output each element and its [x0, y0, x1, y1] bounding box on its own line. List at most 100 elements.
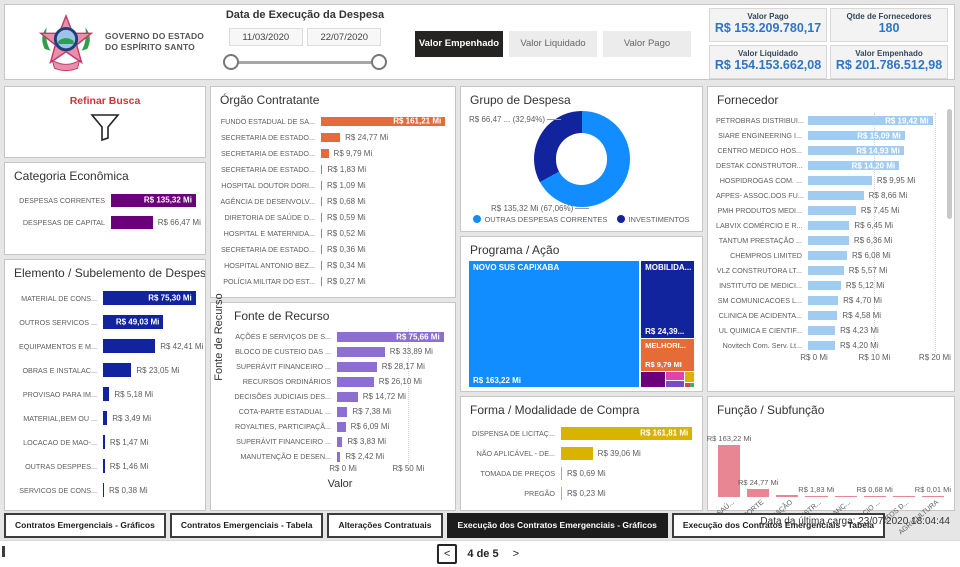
treemap-tile-small-3[interactable] — [666, 381, 684, 387]
bar[interactable] — [337, 422, 346, 432]
bar[interactable]: R$ 135,32 Mi — [111, 194, 196, 207]
category-label: DESTAK CONSTRUTOR... — [716, 161, 808, 170]
slider-handle-end[interactable] — [371, 54, 387, 70]
bar[interactable] — [321, 149, 329, 158]
bar[interactable] — [337, 347, 385, 357]
bar[interactable] — [808, 341, 835, 350]
legend-item[interactable]: OUTRAS DESPESAS CORRENTES — [473, 215, 607, 224]
bar[interactable] — [103, 363, 131, 377]
treemap-tile-melhoria[interactable]: MELHORI...R$ 9,79 MI — [641, 339, 694, 371]
tab-execucao-contratos-graficos[interactable]: Execução dos Contratos Emergenciais - Gr… — [447, 513, 668, 538]
bar[interactable] — [103, 387, 109, 401]
bar[interactable] — [808, 296, 838, 305]
bar[interactable] — [321, 229, 322, 238]
bar[interactable] — [808, 311, 837, 320]
bar[interactable] — [561, 467, 562, 480]
treemap-tile-small-5[interactable] — [685, 383, 690, 387]
donut-ring[interactable] — [534, 111, 630, 207]
bar-track: R$ 6,09 Mi — [337, 422, 447, 432]
date-end-input[interactable]: 22/07/2020 — [307, 28, 381, 46]
bar[interactable] — [321, 245, 322, 254]
bar[interactable]: R$ 14,20 Mi — [808, 161, 899, 170]
measure-button-liquidado[interactable]: Valor Liquidado — [509, 31, 597, 57]
column[interactable]: R$ 0,68 Mi — [864, 433, 886, 497]
bar[interactable] — [808, 236, 849, 245]
column[interactable]: R$ 24,77 Mi — [747, 433, 769, 497]
treemap-tile-small-6[interactable] — [690, 383, 694, 387]
bar-track: R$ 0,23 Mi — [561, 487, 694, 500]
bar[interactable]: R$ 15,09 Mi — [808, 131, 905, 140]
column[interactable] — [776, 433, 798, 497]
date-range-slider[interactable] — [215, 52, 395, 74]
bar[interactable] — [321, 277, 322, 286]
bar[interactable] — [103, 459, 105, 473]
last-load-timestamp: Data da última carga: 23/07/2020 18:04:4… — [760, 516, 950, 527]
bar[interactable]: R$ 75,66 Mi — [337, 332, 444, 342]
bar[interactable]: R$ 161,81 Mi — [561, 427, 692, 440]
next-page-button[interactable]: > — [509, 548, 523, 560]
bar[interactable] — [321, 261, 322, 270]
bar[interactable] — [103, 339, 155, 353]
bar[interactable]: R$ 49,03 Mi — [103, 315, 163, 329]
bar[interactable] — [747, 489, 769, 497]
tab-contratos-emergenciais-graficos[interactable]: Contratos Emergenciais - Gráficos — [4, 513, 166, 538]
bar-track: R$ 0,59 Mi — [321, 213, 447, 222]
bar[interactable] — [808, 176, 872, 185]
column[interactable]: R$ 1,83 Mi — [805, 433, 827, 497]
bar[interactable] — [808, 206, 856, 215]
org-name: GOVERNO DO ESTADO DO ESPÍRITO SANTO — [105, 31, 204, 52]
treemap-tile-small-1[interactable] — [641, 372, 665, 387]
bar[interactable] — [103, 411, 107, 425]
bar[interactable] — [321, 213, 322, 222]
category-label: POLÍCIA MILITAR DO EST... — [219, 277, 321, 286]
bar[interactable] — [808, 251, 847, 260]
bar[interactable] — [337, 437, 342, 447]
bar[interactable] — [337, 407, 347, 417]
bar[interactable] — [561, 487, 562, 500]
bar[interactable] — [111, 216, 153, 229]
bar[interactable] — [337, 362, 377, 372]
bar[interactable]: R$ 19,42 Mi — [808, 116, 933, 125]
value-label: R$ 24,77 Mi — [345, 133, 388, 142]
bar[interactable] — [337, 377, 374, 387]
tab-contratos-emergenciais-tabela[interactable]: Contratos Emergenciais - Tabela — [170, 513, 324, 538]
column[interactable] — [835, 433, 857, 497]
column[interactable]: R$ 163,22 Mi — [718, 433, 740, 497]
bar[interactable] — [337, 392, 358, 402]
measure-button-pago[interactable]: Valor Pago — [603, 31, 691, 57]
treemap-tile-small-4[interactable] — [685, 372, 694, 382]
filter-funnel-icon[interactable] — [88, 110, 122, 144]
slider-handle-start[interactable] — [223, 54, 239, 70]
bar[interactable] — [321, 133, 340, 142]
date-start-input[interactable]: 11/03/2020 — [229, 28, 303, 46]
measure-button-empenhado[interactable]: Valor Empenhado — [415, 31, 503, 57]
treemap-tile-novo-sus-capixaba[interactable]: NOVO SUS CAPIXABAR$ 163,22 Mi — [469, 261, 639, 387]
treemap-tile-mobilidade[interactable]: MOBILIDA...R$ 24,39... — [641, 261, 694, 338]
value-label: R$ 135,32 Mi — [144, 196, 192, 205]
chart-grupo-de-despesa: Grupo de Despesa R$ 66,47 ... (32,94%) R… — [460, 86, 703, 232]
bar[interactable] — [103, 483, 104, 497]
category-label: RECURSOS ORDINÁRIOS — [233, 377, 337, 386]
bar[interactable] — [808, 281, 841, 290]
column[interactable]: R$ 0,01 Mi — [922, 433, 944, 497]
bar[interactable] — [561, 447, 593, 460]
column[interactable] — [893, 433, 915, 497]
bar[interactable]: R$ 161,21 Mi — [321, 117, 445, 126]
bar[interactable] — [808, 266, 844, 275]
bar[interactable] — [321, 181, 322, 190]
tab-alteracoes-contratuais[interactable]: Alterações Contratuais — [327, 513, 442, 538]
bar-track: R$ 5,12 Mi — [808, 281, 946, 290]
bar[interactable] — [103, 435, 105, 449]
bar[interactable] — [808, 326, 835, 335]
legend-item[interactable]: INVESTIMENTOS — [617, 215, 689, 224]
previous-page-button[interactable]: < — [437, 544, 457, 564]
treemap-tile-small-2[interactable] — [666, 372, 684, 380]
bar[interactable] — [321, 197, 322, 206]
bar[interactable] — [808, 191, 864, 200]
bar[interactable]: R$ 75,30 Mi — [103, 291, 196, 305]
bar[interactable] — [321, 165, 322, 174]
bar[interactable] — [718, 445, 740, 497]
bar[interactable] — [337, 452, 340, 462]
bar[interactable]: R$ 14,93 Mi — [808, 146, 904, 155]
bar[interactable] — [808, 221, 849, 230]
